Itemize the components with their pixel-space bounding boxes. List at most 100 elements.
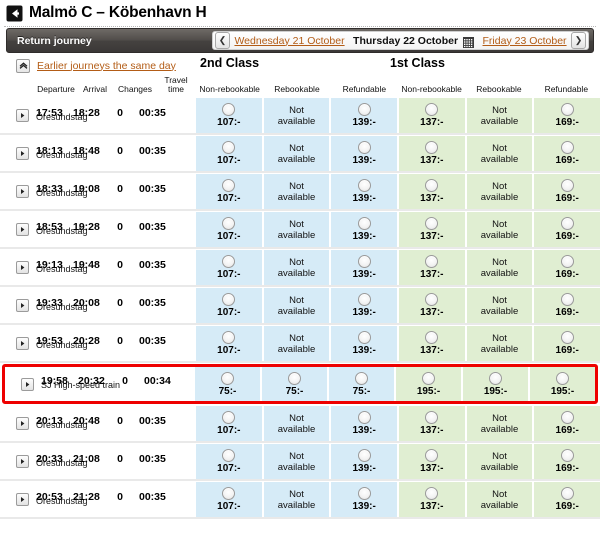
- fare-radio-2nd-refundable[interactable]: [357, 449, 371, 462]
- fare-radio-1st-nonrebookable[interactable]: [425, 217, 439, 230]
- fare-cell-2nd-nonrebookable[interactable]: 107:-: [196, 444, 264, 479]
- fare-radio-2nd-refundable[interactable]: [357, 255, 371, 268]
- fare-cell-2nd-refundable[interactable]: 75:-: [329, 367, 396, 401]
- fare-radio-1st-refundable[interactable]: [560, 331, 574, 344]
- fare-cell-1st-nonrebookable[interactable]: 137:-: [399, 212, 467, 247]
- fare-cell-1st-refundable[interactable]: 169:-: [534, 250, 600, 285]
- fare-cell-1st-refundable[interactable]: 169:-: [534, 482, 600, 517]
- expand-journey-icon[interactable]: [16, 185, 29, 198]
- fare-radio-2nd-nonrebookable[interactable]: [222, 179, 236, 192]
- fare-cell-1st-nonrebookable[interactable]: 137:-: [399, 444, 467, 479]
- fare-radio-2nd-nonrebookable[interactable]: [221, 371, 234, 385]
- fare-cell-1st-nonrebookable[interactable]: 137:-: [399, 174, 467, 209]
- expand-journey-icon[interactable]: [16, 223, 29, 236]
- fare-cell-2nd-nonrebookable[interactable]: 107:-: [196, 136, 264, 171]
- fare-cell-1st-nonrebookable[interactable]: 137:-: [399, 136, 467, 171]
- fare-cell-1st-nonrebookable[interactable]: 137:-: [399, 326, 467, 361]
- fare-cell-1st-refundable[interactable]: 169:-: [534, 136, 600, 171]
- fare-cell-1st-nonrebookable[interactable]: 137:-: [399, 250, 467, 285]
- fare-radio-1st-nonrebookable[interactable]: [425, 449, 439, 462]
- fare-cell-2nd-refundable[interactable]: 139:-: [331, 136, 400, 171]
- earlier-journeys-link[interactable]: Earlier journeys the same day: [37, 60, 176, 72]
- fare-radio-1st-refundable[interactable]: [560, 103, 574, 116]
- fare-radio-1st-nonrebookable[interactable]: [425, 293, 439, 306]
- fare-radio-2nd-nonrebookable[interactable]: [222, 411, 236, 424]
- fare-radio-1st-refundable[interactable]: [560, 141, 574, 154]
- fare-cell-2nd-nonrebookable[interactable]: 107:-: [196, 98, 264, 133]
- next-day-button[interactable]: ❯: [571, 32, 587, 49]
- fare-radio-1st-refundable[interactable]: [560, 449, 574, 462]
- fare-radio-2nd-nonrebookable[interactable]: [222, 217, 236, 230]
- fare-radio-1st-refundable[interactable]: [560, 487, 574, 500]
- fare-cell-2nd-refundable[interactable]: 139:-: [331, 406, 400, 441]
- previous-date-link[interactable]: Wednesday 21 October: [230, 35, 349, 47]
- expand-journey-icon[interactable]: [16, 455, 29, 468]
- fare-cell-1st-refundable[interactable]: 169:-: [534, 174, 600, 209]
- fare-radio-2nd-refundable[interactable]: [357, 487, 371, 500]
- fare-radio-1st-refundable[interactable]: [556, 371, 569, 385]
- fare-radio-2nd-refundable[interactable]: [357, 217, 371, 230]
- fare-radio-2nd-nonrebookable[interactable]: [222, 449, 236, 462]
- fare-radio-1st-refundable[interactable]: [560, 255, 574, 268]
- table-row[interactable]: 20:33 21:08 0 00:35 Öresundståg 107:- Not avail…: [0, 443, 600, 481]
- fare-cell-2nd-nonrebookable[interactable]: 107:-: [196, 326, 264, 361]
- fare-radio-2nd-refundable[interactable]: [357, 141, 371, 154]
- expand-journey-icon[interactable]: [16, 109, 29, 122]
- fare-cell-2nd-nonrebookable[interactable]: 107:-: [196, 212, 264, 247]
- fare-radio-2nd-refundable[interactable]: [357, 293, 371, 306]
- fare-cell-1st-nonrebookable[interactable]: 137:-: [399, 482, 467, 517]
- fare-cell-2nd-nonrebookable[interactable]: 107:-: [196, 174, 264, 209]
- fare-radio-2nd-nonrebookable[interactable]: [222, 141, 236, 154]
- fare-cell-2nd-nonrebookable[interactable]: 107:-: [196, 250, 264, 285]
- fare-cell-1st-nonrebookable[interactable]: 137:-: [399, 98, 467, 133]
- fare-cell-2nd-refundable[interactable]: 139:-: [331, 326, 400, 361]
- fare-radio-2nd-nonrebookable[interactable]: [222, 103, 236, 116]
- expand-journey-icon[interactable]: [16, 417, 29, 430]
- table-row[interactable]: 18:13 18:48 0 00:35 Öresundståg 107:- Not avail…: [0, 135, 600, 173]
- table-row[interactable]: 19:13 19:48 0 00:35 Öresundståg 107:- Not avail…: [0, 249, 600, 287]
- fare-radio-1st-nonrebookable[interactable]: [425, 411, 439, 424]
- fare-radio-1st-nonrebookable[interactable]: [425, 255, 439, 268]
- expand-journey-icon[interactable]: [21, 377, 34, 391]
- fare-cell-1st-nonrebookable[interactable]: 195:-: [396, 367, 463, 401]
- expand-journey-icon[interactable]: [16, 261, 29, 274]
- fare-radio-1st-nonrebookable[interactable]: [422, 371, 435, 385]
- fare-radio-2nd-nonrebookable[interactable]: [222, 331, 236, 344]
- fare-cell-1st-rebookable[interactable]: 195:-: [463, 367, 530, 401]
- fare-radio-1st-nonrebookable[interactable]: [425, 103, 439, 116]
- fare-cell-2nd-rebookable[interactable]: 75:-: [262, 367, 329, 401]
- next-date-link[interactable]: Friday 23 October: [478, 35, 571, 47]
- fare-radio-2nd-nonrebookable[interactable]: [222, 293, 236, 306]
- fare-radio-2nd-refundable[interactable]: [357, 411, 371, 424]
- fare-cell-2nd-nonrebookable[interactable]: 107:-: [196, 406, 264, 441]
- fare-cell-1st-refundable[interactable]: 169:-: [534, 98, 600, 133]
- fare-cell-2nd-refundable[interactable]: 139:-: [331, 482, 400, 517]
- fare-radio-2nd-refundable[interactable]: [357, 331, 371, 344]
- previous-day-button[interactable]: ❮: [215, 32, 230, 49]
- fare-cell-1st-refundable[interactable]: 169:-: [534, 406, 600, 441]
- fare-radio-2nd-rebookable[interactable]: [288, 371, 301, 385]
- table-row-selected[interactable]: 19:58 20:32 0 00:34 SJ High-speed train 75:- 7…: [2, 364, 598, 404]
- fare-cell-1st-refundable[interactable]: 169:-: [534, 212, 600, 247]
- fare-cell-2nd-nonrebookable[interactable]: 75:-: [195, 367, 262, 401]
- fare-radio-1st-rebookable[interactable]: [489, 371, 502, 385]
- fare-cell-2nd-refundable[interactable]: 139:-: [331, 174, 400, 209]
- fare-radio-1st-nonrebookable[interactable]: [425, 331, 439, 344]
- expand-journey-icon[interactable]: [16, 299, 29, 312]
- fare-cell-2nd-refundable[interactable]: 139:-: [331, 288, 400, 323]
- fare-cell-2nd-refundable[interactable]: 139:-: [331, 98, 400, 133]
- fare-cell-1st-refundable[interactable]: 169:-: [534, 326, 600, 361]
- fare-radio-1st-refundable[interactable]: [560, 411, 574, 424]
- fare-cell-1st-refundable[interactable]: 169:-: [534, 444, 600, 479]
- fare-cell-2nd-nonrebookable[interactable]: 107:-: [196, 288, 264, 323]
- fare-cell-2nd-refundable[interactable]: 139:-: [331, 212, 400, 247]
- fare-cell-1st-nonrebookable[interactable]: 137:-: [399, 406, 467, 441]
- fare-radio-2nd-nonrebookable[interactable]: [222, 255, 236, 268]
- fare-radio-1st-refundable[interactable]: [560, 293, 574, 306]
- fare-radio-1st-nonrebookable[interactable]: [425, 141, 439, 154]
- fare-radio-1st-refundable[interactable]: [560, 179, 574, 192]
- table-row[interactable]: 18:53 19:28 0 00:35 Öresundståg 107:- Not avail…: [0, 211, 600, 249]
- fare-cell-1st-refundable[interactable]: 195:-: [530, 367, 595, 401]
- fare-cell-2nd-refundable[interactable]: 139:-: [331, 250, 400, 285]
- fare-radio-1st-nonrebookable[interactable]: [425, 179, 439, 192]
